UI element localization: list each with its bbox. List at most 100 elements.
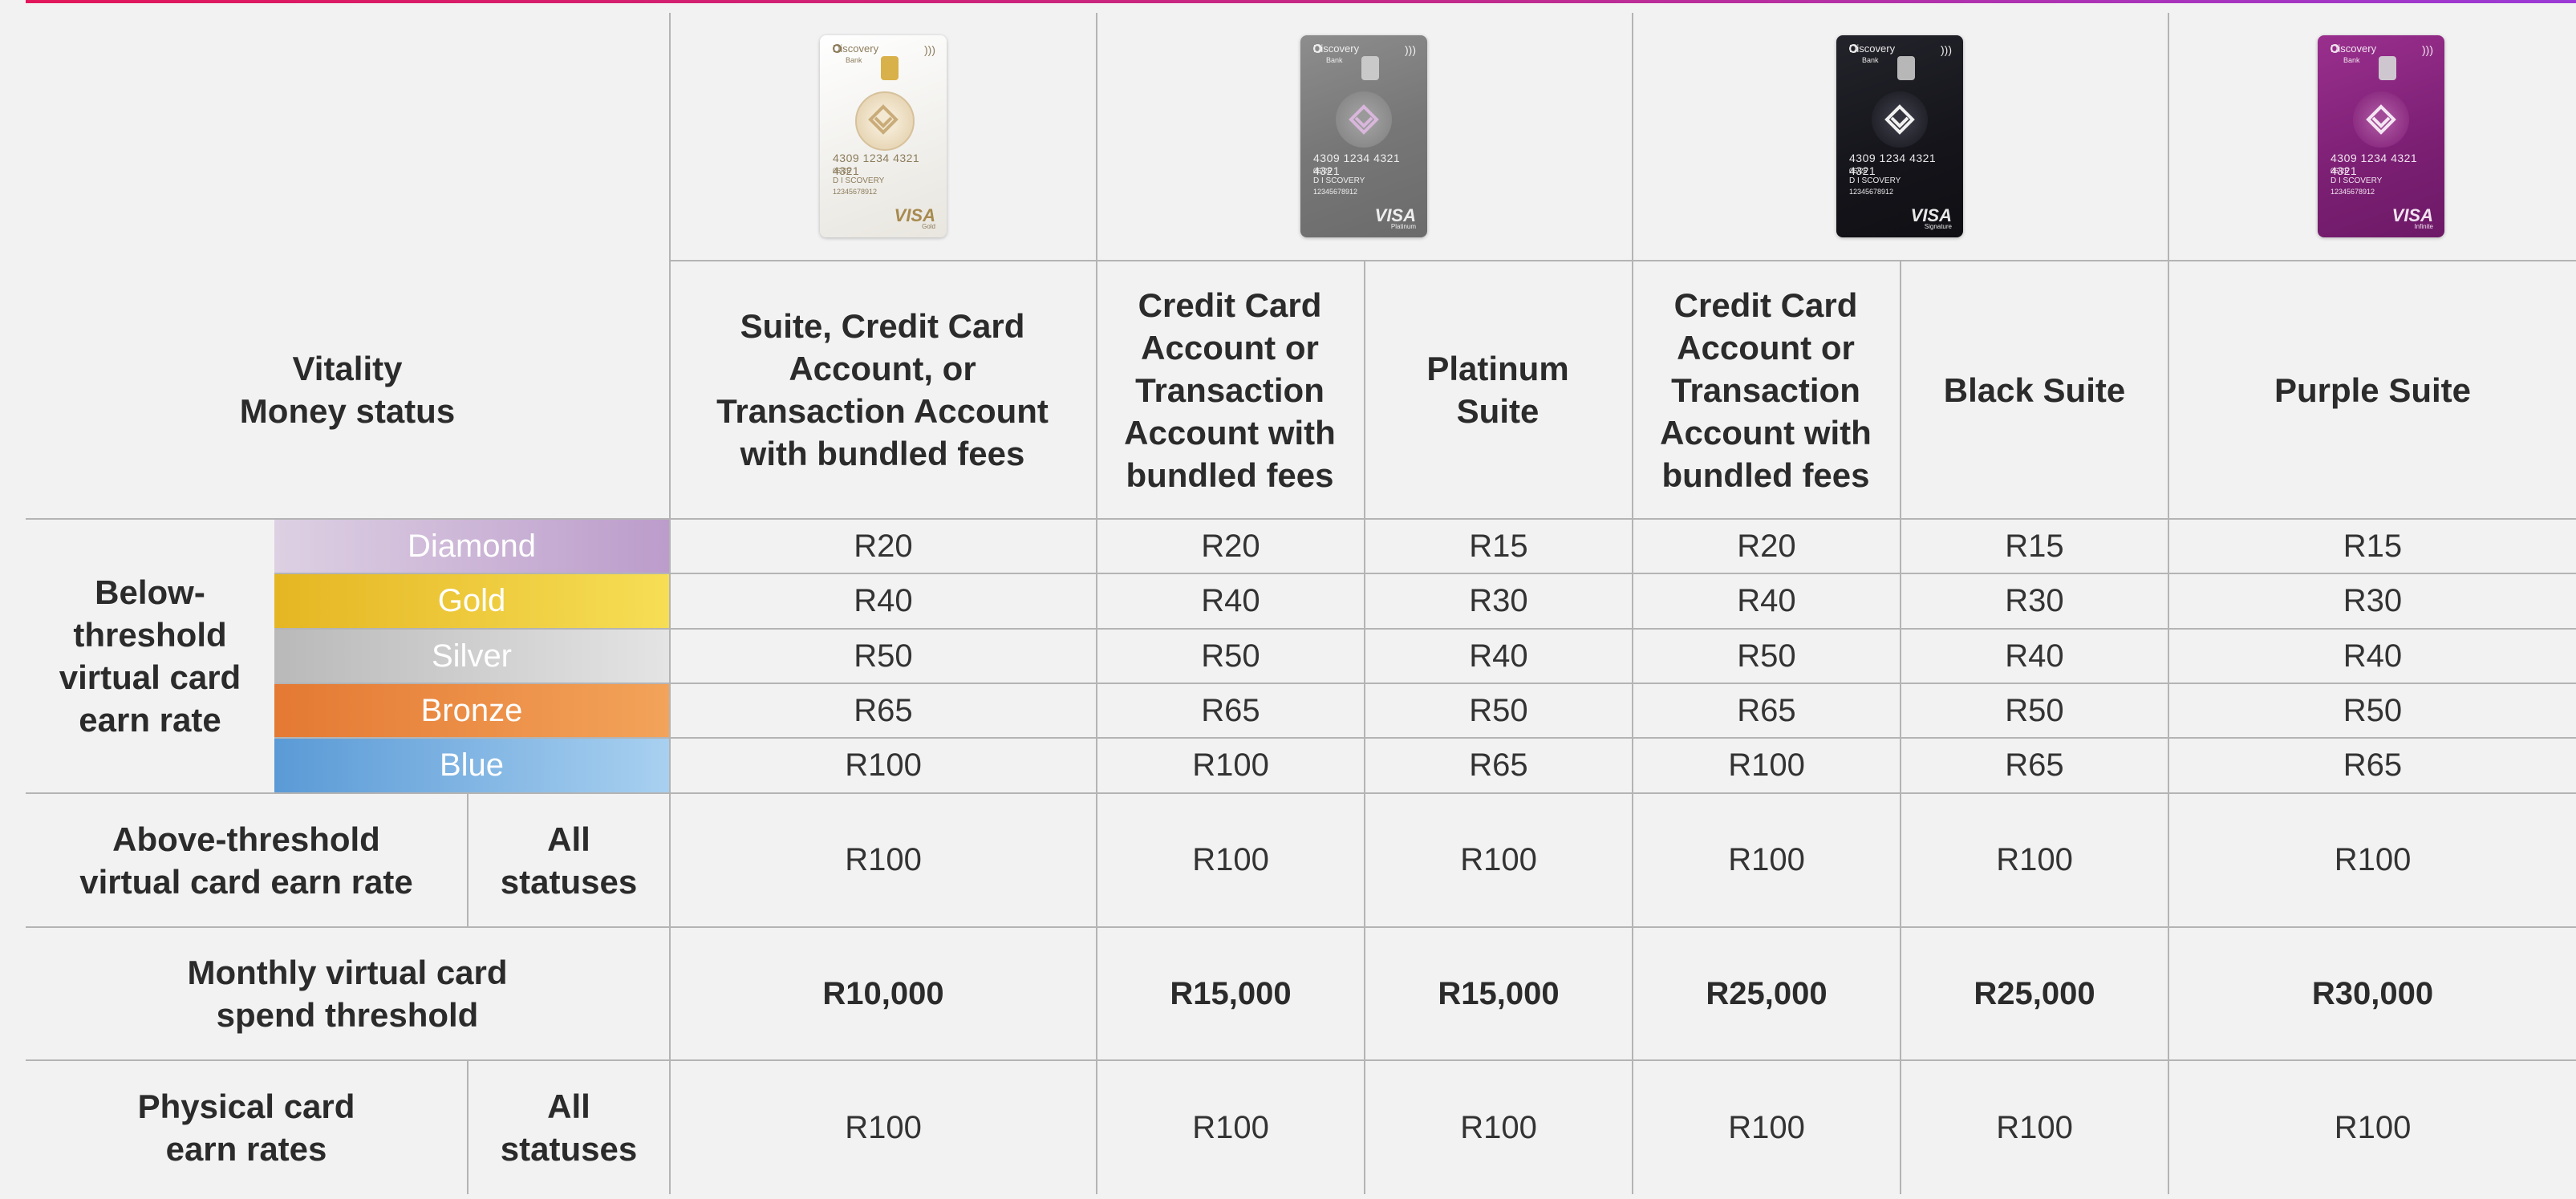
column-header: Platinum Suite [1426,350,1569,430]
rate-cell: R50 [854,638,913,674]
discovery-logo-icon [1349,104,1379,135]
contactless-icon: ))) [1941,43,1952,56]
contactless-icon: ))) [924,43,935,56]
column-header: Credit Card Account or Transaction Accou… [1660,286,1872,494]
contactless-icon: ))) [2422,43,2433,56]
threshold-cell: R30,000 [2311,975,2434,1011]
card-brand: Discovery Bank [833,43,879,64]
discovery-logo-icon [1884,104,1915,135]
rate-cell: R50 [1737,638,1796,674]
all-statuses-label: All statuses [500,820,638,901]
tier-gold: Gold [274,574,669,628]
column-header: Black Suite [1943,371,2126,409]
card-holder: D I SCOVERY [1849,176,1901,185]
card-brand: Discovery Bank [1849,43,1896,64]
tier-diamond: Diamond [274,520,669,573]
column-header: Credit Card Account or Transaction Accou… [1124,286,1336,494]
card-account: 12345678912 [1313,188,1358,196]
card-tier: Infinite [2414,223,2433,230]
rate-cell: R65 [2005,747,2064,783]
rate-cell: R100 [1996,842,2073,877]
rate-cell: R65 [1469,747,1528,783]
column-header: Suite, Credit Card Account, or Transacti… [716,307,1049,472]
rate-cell: R100 [845,747,922,783]
card-account: 12345678912 [2331,188,2375,196]
rate-cell: R40 [1737,583,1796,618]
card-holder: D I SCOVERY [1313,176,1365,185]
rate-cell: R100 [1192,1109,1269,1145]
tier-blue: Blue [274,739,669,792]
threshold-cell: R25,000 [1974,975,2095,1011]
rate-cell: R65 [2343,747,2403,783]
tier-silver: Silver [274,630,669,683]
rate-cell: R65 [854,692,913,728]
chip-icon [1361,56,1379,80]
rate-cell: R100 [1192,747,1269,783]
rate-cell: R100 [845,842,922,877]
rate-cell: R40 [1469,638,1528,674]
card-expiry: 06/26 [1313,167,1332,175]
rate-cell: R65 [1201,692,1260,728]
rate-cell: R100 [2334,842,2412,877]
below-threshold-label: Below- threshold virtual card earn rate [59,573,241,739]
threshold-cell: R15,000 [1170,975,1292,1011]
discovery-logo-icon [2366,104,2396,135]
card-expiry: 06/26 [2331,167,2349,175]
card-holder: D I SCOVERY [2331,176,2383,185]
physical-card-label: Physical card earn rates [137,1088,355,1168]
card-tier: Signature [1924,223,1952,230]
platinum-card-image: Discovery Bank ))) 4309 1234 4321 4321 06… [1300,35,1427,237]
rate-cell: R30 [2343,583,2403,618]
rate-cell: R40 [1201,583,1260,618]
card-brand: Discovery Bank [1313,43,1360,64]
vitality-money-status-header: Vitality Money status [239,350,456,430]
rate-cell: R15 [1469,528,1528,564]
black-card-image: Discovery Bank ))) 4309 1234 4321 4321 06… [1836,35,1963,237]
rate-cell: R40 [2005,638,2064,674]
above-threshold-label: Above-threshold virtual card earn rate [79,820,413,901]
rate-cell: R100 [1728,842,1805,877]
card-tier: Gold [922,223,935,230]
rate-cell: R30 [2005,583,2064,618]
contactless-icon: ))) [1405,43,1416,56]
rate-cell: R30 [1469,583,1528,618]
card-holder: D I SCOVERY [833,176,885,185]
rate-cell: R100 [845,1109,922,1145]
monthly-threshold-label: Monthly virtual card spend threshold [187,954,508,1034]
rate-cell: R50 [1201,638,1260,674]
rate-cell: R100 [1192,842,1269,877]
rate-cell: R65 [1737,692,1796,728]
tier-bronze: Bronze [274,684,669,737]
chip-icon [2379,56,2396,80]
accent-bar [26,0,2576,3]
rate-cell: R20 [854,528,913,564]
chip-icon [1897,56,1915,80]
rate-cell: R100 [1728,747,1805,783]
rate-cell: R100 [1460,842,1537,877]
rate-cell: R100 [1728,1109,1805,1145]
card-account: 12345678912 [833,188,878,196]
rate-cell: R40 [854,583,913,618]
column-header: Purple Suite [2274,371,2472,409]
rate-cell: R50 [2005,692,2064,728]
card-brand: Discovery Bank [2331,43,2377,64]
threshold-cell: R15,000 [1438,975,1560,1011]
rate-cell: R20 [1201,528,1260,564]
threshold-cell: R10,000 [822,975,944,1011]
threshold-cell: R25,000 [1706,975,1828,1011]
card-tier: Platinum [1390,223,1416,230]
all-statuses-label: All statuses [500,1088,638,1168]
card-expiry: 06/26 [833,167,851,175]
rate-cell: R20 [1737,528,1796,564]
rate-cell: R40 [2343,638,2403,674]
rate-cell: R15 [2343,528,2403,564]
purple-card-image: Discovery Bank ))) 4309 1234 4321 4321 06… [2318,35,2444,237]
gold-card-image: Discovery Bank ))) 4309 1234 4321 4321 06… [820,35,947,237]
rate-cell: R15 [2005,528,2064,564]
rate-cell: R100 [1460,1109,1537,1145]
rate-cell: R100 [1996,1109,2073,1145]
card-account: 12345678912 [1849,188,1894,196]
chip-icon [881,56,899,80]
rate-cell: R50 [2343,692,2403,728]
rate-cell: R100 [2334,1109,2412,1145]
